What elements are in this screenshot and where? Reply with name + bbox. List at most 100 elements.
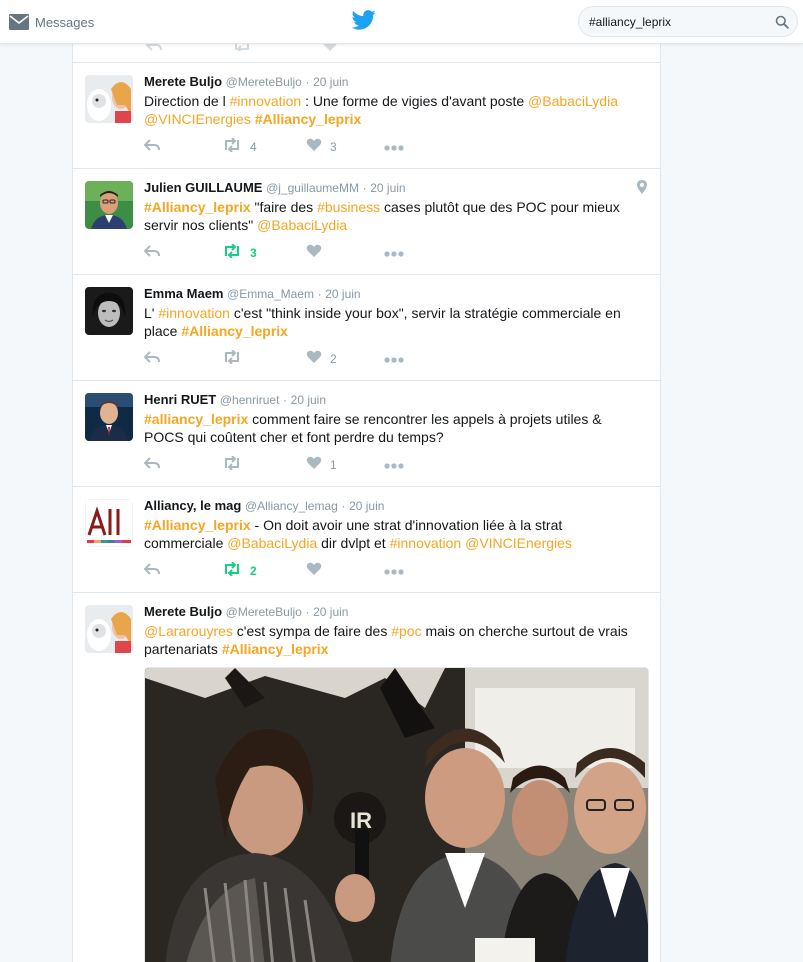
avatar[interactable] bbox=[85, 605, 133, 653]
tweet-fullname[interactable]: Merete Buljo bbox=[144, 74, 222, 89]
text-segment: dir dvlpt et bbox=[317, 535, 390, 551]
tweet-text: #Alliancy_leprix "faire des #business ca… bbox=[144, 198, 644, 234]
more-dots-icon bbox=[384, 244, 404, 262]
tweet-header: Alliancy, le mag @Alliancy_lemag · 20 ju… bbox=[144, 497, 384, 515]
avatar[interactable] bbox=[85, 499, 133, 547]
hashtag-link[interactable]: #Alliancy_leprix bbox=[144, 199, 251, 215]
mention-link[interactable]: @Lararouyres bbox=[144, 623, 233, 639]
tweet-header: Julien GUILLAUME @j_guillaumeMM · 20 jui… bbox=[144, 179, 406, 197]
tweet-timestamp[interactable]: 20 juin bbox=[370, 181, 405, 195]
retweet-icon bbox=[222, 136, 242, 157]
search-box bbox=[578, 6, 798, 37]
like-count: 2 bbox=[330, 352, 337, 366]
like-icon[interactable] bbox=[322, 44, 338, 57]
reply-button[interactable] bbox=[143, 456, 222, 474]
like-button[interactable]: 2 bbox=[306, 350, 384, 369]
tweet-fullname[interactable]: Merete Buljo bbox=[144, 604, 222, 619]
tweet-fullname[interactable]: Emma Maem bbox=[144, 286, 223, 301]
more-options-button[interactable] bbox=[384, 350, 404, 368]
mention-link[interactable]: @BabaciLydia bbox=[227, 535, 317, 551]
hashtag-link[interactable]: #poc bbox=[391, 623, 421, 639]
retweet-icon bbox=[222, 348, 242, 369]
mention-link[interactable]: @VINCIEnergies bbox=[465, 535, 572, 551]
tweet-item[interactable]: Alliancy, le mag @Alliancy_lemag · 20 ju… bbox=[73, 487, 660, 593]
avatar[interactable] bbox=[85, 75, 133, 123]
tweet-username[interactable]: @MereteBuljo bbox=[226, 605, 302, 619]
reply-button[interactable] bbox=[143, 138, 222, 156]
tweet-fullname[interactable]: Julien GUILLAUME bbox=[144, 180, 262, 195]
tweet-timestamp[interactable]: 20 juin bbox=[349, 499, 384, 513]
tweet-timestamp[interactable]: 20 juin bbox=[313, 605, 348, 619]
tweet-timestamp[interactable]: 20 juin bbox=[325, 287, 360, 301]
top-navigation-bar: Messages bbox=[0, 0, 803, 44]
avatar[interactable] bbox=[85, 393, 133, 441]
separator: · bbox=[341, 499, 346, 513]
retweet-button[interactable]: 2 bbox=[222, 560, 306, 581]
more-options-button[interactable] bbox=[384, 562, 404, 580]
reply-icon bbox=[143, 138, 160, 156]
tweet-username[interactable]: @MereteBuljo bbox=[226, 75, 302, 89]
reply-icon[interactable] bbox=[145, 44, 162, 57]
separator: · bbox=[362, 181, 367, 195]
mention-link[interactable]: @BabaciLydia bbox=[528, 93, 618, 109]
tweet-item[interactable]: Henri RUET @henriruet · 20 juin #allianc… bbox=[73, 381, 660, 487]
retweet-count: 3 bbox=[250, 246, 257, 260]
retweet-icon[interactable] bbox=[232, 44, 252, 57]
tweet-username[interactable]: @henriruet bbox=[220, 393, 280, 407]
tweet-actions: 2 bbox=[143, 560, 404, 581]
tweet-username[interactable]: @Alliancy_lemag bbox=[245, 499, 338, 513]
messages-label: Messages bbox=[35, 14, 95, 30]
more-dots-icon bbox=[384, 456, 404, 474]
tweet-actions: 2 bbox=[143, 348, 404, 369]
separator: · bbox=[305, 75, 310, 89]
hashtag-link[interactable]: #innovation bbox=[158, 305, 230, 321]
retweet-button[interactable]: 4 bbox=[222, 136, 306, 157]
reply-button[interactable] bbox=[143, 562, 222, 580]
location-pin-icon[interactable] bbox=[637, 180, 647, 199]
tweet-text: #alliancy_leprix comment faire se rencon… bbox=[144, 410, 644, 446]
like-button[interactable] bbox=[306, 244, 384, 263]
twitter-bird-icon[interactable] bbox=[351, 9, 376, 36]
mention-link[interactable]: @BabaciLydia bbox=[257, 217, 347, 233]
like-button[interactable] bbox=[306, 562, 384, 581]
tweet-timestamp[interactable]: 20 juin bbox=[313, 75, 348, 89]
tweet-item[interactable]: Merete Buljo @MereteBuljo · 20 juin Dire… bbox=[73, 63, 660, 169]
hashtag-link[interactable]: #Alliancy_leprix bbox=[255, 111, 362, 127]
tweet-header: Merete Buljo @MereteBuljo · 20 juin bbox=[144, 603, 348, 621]
messages-nav-item[interactable]: Messages bbox=[9, 11, 94, 33]
hashtag-link[interactable]: #Alliancy_leprix bbox=[222, 641, 329, 657]
hashtag-link[interactable]: #alliancy_leprix bbox=[144, 411, 248, 427]
hashtag-link[interactable]: #Alliancy_leprix bbox=[144, 517, 251, 533]
hashtag-link[interactable]: #innovation bbox=[390, 535, 462, 551]
search-input[interactable] bbox=[589, 13, 769, 31]
hashtag-link[interactable]: #Alliancy_leprix bbox=[181, 323, 288, 339]
more-options-button[interactable] bbox=[384, 244, 404, 262]
tweet-header: Henri RUET @henriruet · 20 juin bbox=[144, 391, 326, 409]
tweet-item[interactable]: Emma Maem @Emma_Maem · 20 juin L' #innov… bbox=[73, 275, 660, 381]
tweet-item[interactable]: Julien GUILLAUME @j_guillaumeMM · 20 jui… bbox=[73, 169, 660, 275]
more-options-button[interactable] bbox=[384, 456, 404, 474]
retweet-icon bbox=[222, 242, 242, 263]
reply-button[interactable] bbox=[143, 244, 222, 262]
avatar[interactable] bbox=[85, 181, 133, 229]
reply-button[interactable] bbox=[143, 350, 222, 368]
tweet-username[interactable]: @Emma_Maem bbox=[227, 287, 314, 301]
tweet-photo[interactable]: IR bbox=[144, 667, 649, 962]
tweet-fullname[interactable]: Alliancy, le mag bbox=[144, 498, 241, 513]
hashtag-link[interactable]: #business bbox=[317, 199, 380, 215]
retweet-button[interactable] bbox=[222, 348, 306, 369]
tweet-username[interactable]: @j_guillaumeMM bbox=[266, 181, 359, 195]
like-button[interactable]: 3 bbox=[306, 138, 384, 157]
retweet-button[interactable] bbox=[222, 454, 306, 475]
hashtag-link[interactable]: #innovation bbox=[230, 93, 302, 109]
tweet-text: #Alliancy_leprix - On doit avoir une str… bbox=[144, 516, 644, 552]
mention-link[interactable]: @VINCIEnergies bbox=[144, 111, 251, 127]
more-options-button[interactable] bbox=[384, 138, 404, 156]
avatar[interactable] bbox=[85, 287, 133, 335]
retweet-button[interactable]: 3 bbox=[222, 242, 306, 263]
tweet-text: Direction de l #innovation : Une forme d… bbox=[144, 92, 644, 128]
tweet-fullname[interactable]: Henri RUET bbox=[144, 392, 216, 407]
like-button[interactable]: 1 bbox=[306, 456, 384, 475]
search-icon[interactable] bbox=[775, 15, 789, 34]
tweet-timestamp[interactable]: 20 juin bbox=[291, 393, 326, 407]
